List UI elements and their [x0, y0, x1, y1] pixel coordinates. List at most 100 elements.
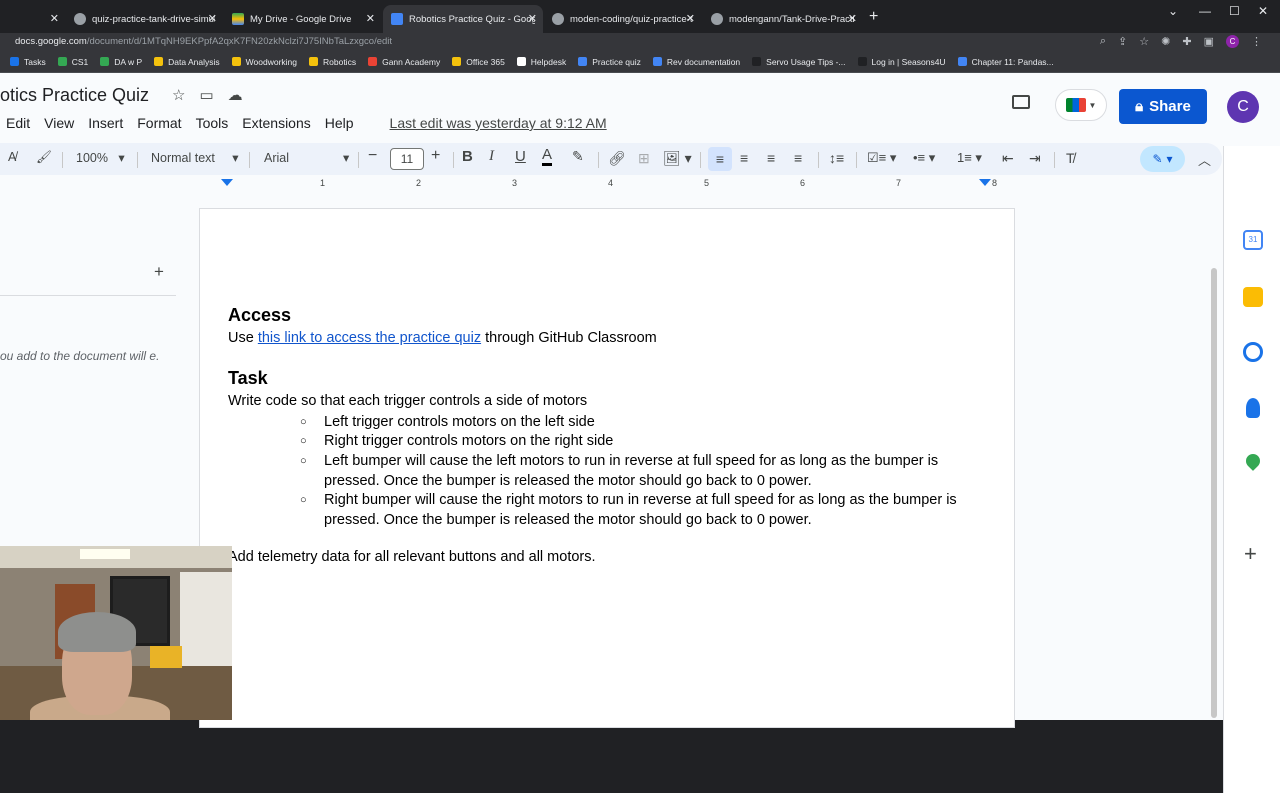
profile-avatar[interactable]: C [1226, 35, 1239, 48]
tasks-icon[interactable] [1243, 342, 1263, 362]
close-window-icon[interactable]: ✕ [1258, 4, 1268, 18]
maps-icon[interactable] [1243, 451, 1263, 471]
underline-icon[interactable]: U [515, 148, 526, 165]
menu-item-extensions[interactable]: Extensions [242, 115, 310, 131]
bookmark-item[interactable]: Helpdesk [516, 57, 566, 67]
line-spacing-icon[interactable]: ↕≡ [829, 150, 844, 166]
url-field[interactable]: docs.google.com/document/d/1MTqNH9EKPpfA… [15, 36, 392, 47]
zoom-icon[interactable]: ⌕ [1100, 35, 1106, 48]
insert-image-icon[interactable]: 🖼︎ ▾ [663, 150, 692, 167]
close-tab-icon[interactable]: ✕ [848, 12, 857, 25]
highlight-icon[interactable]: ✎ [572, 148, 584, 165]
clear-formatting-icon[interactable]: T̸ [1066, 150, 1075, 166]
star-icon[interactable]: ☆ [172, 86, 185, 104]
insert-link-icon[interactable]: 🔗︎ [608, 150, 626, 167]
meet-button[interactable]: ▼ [1055, 89, 1107, 121]
font-size-input[interactable]: 11 [390, 148, 424, 170]
bookmark-icon [10, 57, 19, 66]
webcam-overlay [0, 546, 232, 720]
left-indent-marker[interactable] [221, 179, 233, 186]
sidebar-icon[interactable]: ▣ [1204, 35, 1214, 48]
share-page-icon[interactable]: ⇪ [1118, 35, 1127, 48]
text-color-icon[interactable]: A [542, 146, 553, 166]
bookmark-item[interactable]: DA w P [100, 57, 142, 67]
italic-icon[interactable]: I [489, 148, 494, 165]
menu-item-format[interactable]: Format [137, 115, 181, 131]
right-indent-marker[interactable] [979, 179, 991, 186]
style-select[interactable]: Normal text ▾ [151, 150, 239, 166]
keep-icon[interactable] [1243, 287, 1263, 307]
align-center-icon[interactable]: ≡ [740, 150, 748, 166]
bookmark-item[interactable]: Gann Academy [368, 57, 440, 67]
tab-3-active[interactable]: Robotics Practice Quiz - Google ✕ [383, 5, 543, 33]
puzzle-icon[interactable]: ✚ [1182, 35, 1191, 48]
cloud-status-icon[interactable]: ☁ [228, 86, 243, 104]
close-tab-icon[interactable]: ✕ [528, 12, 537, 25]
extension-icon[interactable]: ✺ [1161, 35, 1170, 48]
menu-item-tools[interactable]: Tools [196, 115, 229, 131]
document-page[interactable]: Access Use this link to access the pract… [199, 208, 1015, 728]
menu-kebab-icon[interactable]: ⋮ [1251, 35, 1262, 48]
menu-item-edit[interactable]: Edit [6, 115, 30, 131]
add-heading-icon[interactable]: + [154, 262, 164, 282]
calendar-icon[interactable]: 31 [1243, 230, 1263, 250]
bold-icon[interactable]: B [462, 148, 473, 165]
new-tab-button[interactable]: + [869, 8, 878, 26]
justify-icon[interactable]: ≡ [794, 150, 802, 166]
bookmark-item[interactable]: CS1 [57, 57, 88, 67]
zoom-select[interactable]: 100% ▾ [76, 150, 125, 166]
scrollbar[interactable] [1211, 268, 1217, 718]
font-select[interactable]: Arial ▾ [264, 150, 349, 166]
menu-item-help[interactable]: Help [325, 115, 354, 131]
bookmark-item[interactable]: Woodworking [231, 57, 297, 67]
editing-mode-button[interactable]: ✎ ▾ [1140, 146, 1185, 172]
increase-indent-icon[interactable]: ⇥ [1029, 150, 1041, 167]
close-tab-icon[interactable]: ✕ [686, 12, 695, 25]
last-edit-link[interactable]: Last edit was yesterday at 9:12 AM [390, 115, 607, 131]
align-left-icon[interactable]: ≡ [708, 147, 732, 171]
practice-quiz-link[interactable]: this link to access the practice quiz [258, 330, 481, 346]
minimize-icon[interactable]: — [1199, 4, 1211, 18]
bookmark-item[interactable]: Chapter 11: Pandas... [957, 57, 1054, 67]
bookmark-item[interactable]: Office 365 [452, 57, 505, 67]
increase-font-size-button[interactable]: + [431, 147, 440, 165]
decrease-font-size-button[interactable]: − [368, 147, 377, 165]
share-button[interactable]: 🔒︎ Share [1119, 89, 1207, 124]
bookmark-item[interactable]: Tasks [10, 57, 46, 67]
move-folder-icon[interactable]: ▭ [199, 86, 213, 104]
align-right-icon[interactable]: ≡ [767, 150, 775, 166]
bookmark-item[interactable]: Data Analysis [154, 57, 220, 67]
paint-format-icon[interactable]: 🖌︎ [36, 150, 52, 165]
bookmark-item[interactable]: Log in | Seasons4U [857, 57, 946, 67]
bookmark-item[interactable]: Robotics [309, 57, 356, 67]
tab-4[interactable]: moden-coding/quiz-practice-tan ✕ [544, 5, 701, 33]
close-tab-icon[interactable]: ✕ [50, 12, 59, 25]
add-addon-icon[interactable]: + [1244, 541, 1257, 567]
tab-1[interactable]: quiz-practice-tank-drive-simulati ✕ [66, 5, 223, 33]
document-title[interactable]: otics Practice Quiz [0, 85, 149, 106]
close-tab-icon[interactable]: ✕ [366, 12, 375, 25]
numbered-list-icon[interactable]: 1≡ ▾ [957, 150, 982, 166]
menu-item-view[interactable]: View [44, 115, 74, 131]
webcam-whiteboard [180, 572, 232, 672]
hide-menus-icon[interactable]: ︿ [1198, 150, 1211, 169]
checklist-icon[interactable]: ☑≡ ▾ [867, 150, 896, 166]
account-avatar[interactable]: C [1227, 91, 1259, 123]
maximize-icon[interactable]: ☐ [1229, 4, 1240, 18]
bookmark-star-icon[interactable]: ☆ [1139, 35, 1149, 48]
tab-2[interactable]: My Drive - Google Drive ✕ [224, 5, 381, 33]
decrease-indent-icon[interactable]: ⇤ [1002, 150, 1014, 167]
bookmark-item[interactable]: Servo Usage Tips -... [752, 57, 846, 67]
menu-item-insert[interactable]: Insert [88, 115, 123, 131]
tab-0[interactable]: ✕ [0, 5, 65, 33]
contacts-icon[interactable] [1246, 398, 1260, 418]
bulleted-list-icon[interactable]: •≡ ▾ [913, 150, 935, 166]
close-tab-icon[interactable]: ✕ [208, 12, 217, 25]
bookmark-item[interactable]: Rev documentation [652, 57, 740, 67]
comments-icon[interactable] [1012, 95, 1030, 109]
spellcheck-icon[interactable]: A̸ [8, 150, 16, 164]
add-comment-icon[interactable]: ⊞ [638, 150, 650, 167]
bookmark-item[interactable]: Practice quiz [578, 57, 641, 67]
tab-search-icon[interactable]: ⌄ [1168, 4, 1178, 18]
tab-5[interactable]: modengann/Tank-Drive-Practice ✕ [703, 5, 863, 33]
